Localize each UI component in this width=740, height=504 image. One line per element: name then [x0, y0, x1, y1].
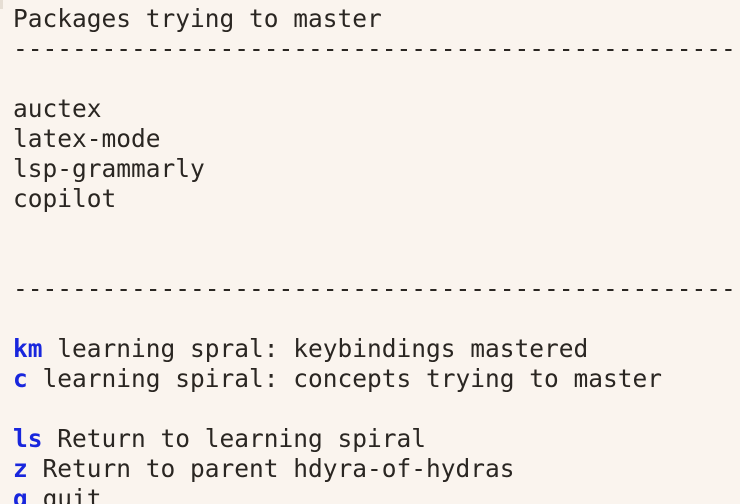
hydra-label-q: quit: [42, 484, 102, 504]
corner-artifact: [0, 0, 3, 9]
hydra-key-z[interactable]: z: [13, 454, 28, 483]
hydra-key-km[interactable]: km: [13, 334, 43, 363]
hydra-help-buffer: Packages trying to master --------------…: [0, 0, 740, 504]
hydra-label-km: learning spral: keybindings mastered: [57, 334, 589, 363]
page-title: Packages trying to master: [13, 4, 382, 33]
hydra-key-q[interactable]: q: [13, 484, 28, 504]
hydra-label-z: Return to parent hdyra-of-hydras: [42, 454, 515, 483]
list-item: lsp-grammarly: [13, 154, 205, 183]
hydra-command-z[interactable]: z Return to parent hdyra-of-hydras: [13, 454, 740, 484]
hydra-key-c[interactable]: c: [13, 364, 28, 393]
hydra-command-c[interactable]: c learning spiral: concepts trying to ma…: [13, 364, 740, 394]
hydra-command-km[interactable]: km learning spral: keybindings mastered: [13, 334, 740, 364]
list-item: auctex: [13, 94, 102, 123]
separator-top: ----------------------------------------…: [13, 34, 740, 63]
hydra-label-c: learning spiral: concepts trying to mast…: [42, 364, 663, 393]
hydra-command-ls[interactable]: ls Return to learning spiral: [13, 424, 740, 454]
list-item: latex-mode: [13, 124, 161, 153]
separator-middle: ----------------------------------------…: [13, 274, 740, 303]
hydra-key-ls[interactable]: ls: [13, 424, 43, 453]
list-item: copilot: [13, 184, 117, 213]
hydra-command-q[interactable]: q quit: [13, 484, 740, 504]
hydra-label-ls: Return to learning spiral: [57, 424, 427, 453]
